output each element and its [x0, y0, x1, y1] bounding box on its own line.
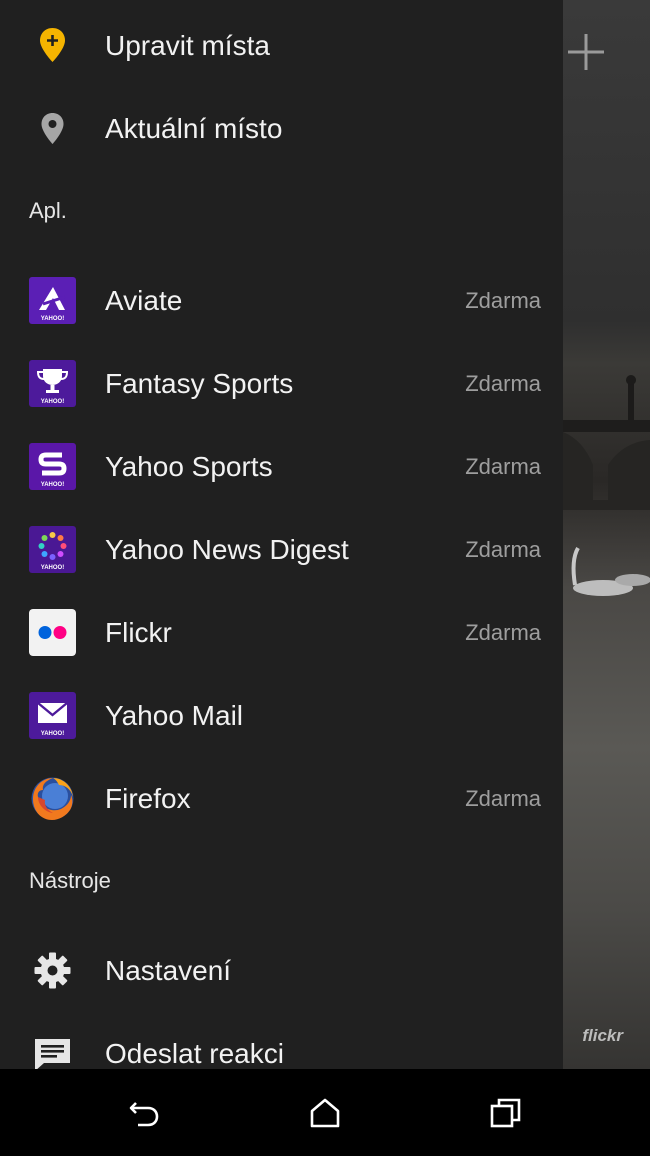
yahoo-news-digest-app-icon: YAHOO! [29, 526, 76, 573]
svg-text:YAHOO!: YAHOO! [41, 399, 64, 405]
menu-item-label: Nastavení [105, 955, 232, 986]
svg-text:YAHOO!: YAHOO! [41, 731, 64, 737]
app-label: Fantasy Sports [105, 368, 294, 399]
menu-item-label: Upravit místa [105, 30, 270, 61]
gear-icon [34, 952, 71, 989]
back-icon[interactable] [126, 1095, 162, 1131]
location-plus-icon [40, 28, 65, 62]
app-label: Firefox [105, 783, 191, 814]
menu-item-settings[interactable]: Nastavení [0, 929, 563, 1012]
menu-item-edit-locations[interactable]: Upravit místa [0, 4, 563, 87]
app-label: Yahoo News Digest [105, 534, 349, 565]
app-item-yahoo-sports[interactable]: YAHOO! Yahoo Sports Zdarma [0, 425, 563, 508]
location-icon [41, 113, 64, 144]
yahoo-sports-app-icon: YAHOO! [29, 443, 76, 490]
app-price: Zdarma [465, 537, 541, 562]
yahoo-mail-app-icon: YAHOO! [29, 692, 76, 739]
app-label: Yahoo Mail [105, 700, 244, 731]
app-label: Flickr [105, 617, 172, 648]
fantasy-sports-app-icon: YAHOO! [29, 360, 76, 407]
recents-icon[interactable] [488, 1095, 524, 1131]
app-price: Zdarma [465, 454, 541, 479]
app-item-yahoo-mail[interactable]: YAHOO! Yahoo Mail [0, 674, 563, 757]
app-item-aviate[interactable]: YAHOO! Aviate Zdarma [0, 259, 563, 342]
app-price: Zdarma [465, 371, 541, 396]
app-item-yahoo-news-digest[interactable]: YAHOO! Yahoo News Digest Zdarma [0, 508, 563, 591]
section-header-apps: Apl. [29, 198, 67, 223]
aviate-app-icon: YAHOO! [29, 277, 76, 324]
bridge-silhouette [563, 375, 650, 510]
menu-item-label: Aktuální místo [105, 113, 283, 144]
firefox-app-icon [31, 777, 74, 820]
swans-image [571, 546, 650, 596]
svg-text:YAHOO!: YAHOO! [41, 565, 64, 571]
app-item-flickr[interactable]: Flickr Zdarma [0, 591, 563, 674]
app-price: Zdarma [465, 288, 541, 313]
menu-item-current-location[interactable]: Aktuální místo [0, 87, 563, 170]
app-price: Zdarma [465, 620, 541, 645]
app-label: Yahoo Sports [105, 451, 273, 482]
app-item-fantasy-sports[interactable]: YAHOO! Fantasy Sports Zdarma [0, 342, 563, 425]
svg-text:YAHOO!: YAHOO! [41, 316, 64, 322]
section-header-tools: Nástroje [29, 868, 111, 893]
app-price: Zdarma [465, 786, 541, 811]
app-label: Aviate [105, 285, 183, 316]
svg-text:YAHOO!: YAHOO! [41, 482, 64, 488]
flickr-app-icon [29, 609, 76, 656]
navigation-drawer: Upravit místa Aktuální místo Apl. YAHOO!… [0, 0, 563, 1069]
feedback-icon [35, 1039, 70, 1069]
app-item-firefox[interactable]: Firefox Zdarma [0, 757, 563, 840]
home-icon[interactable] [307, 1095, 343, 1131]
system-navigation-bar [0, 1069, 650, 1156]
add-location-icon[interactable] [562, 28, 610, 76]
flickr-watermark: flickr [582, 1026, 623, 1045]
menu-item-label: Odeslat reakci [105, 1038, 284, 1069]
menu-item-send-feedback[interactable]: Odeslat reakci [0, 1012, 563, 1069]
